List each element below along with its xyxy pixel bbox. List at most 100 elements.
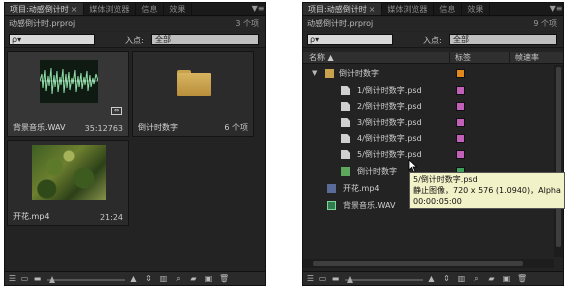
vertical-scrollbar[interactable] — [554, 65, 563, 257]
list-row-still[interactable]: 5/倒计时数字.psd — [303, 147, 553, 162]
panel-toolbar: ☰ ▭ ▬ ▲ ⇕ ▥ ⌕ ▰ ▣ 🗑 — [5, 271, 265, 285]
list-row-still[interactable]: 3/倒计时数字.psd — [303, 115, 553, 130]
icon-view-icon[interactable]: ▭ — [318, 275, 327, 283]
trash-icon[interactable]: 🗑 — [219, 275, 229, 283]
tab-bar: 项目:动感倒计时 × 媒体浏览器 信息 效果 ▼≡ — [5, 3, 265, 16]
item-duration: 21:24 — [99, 213, 123, 222]
expand-triangle-icon[interactable]: ▼ — [312, 66, 317, 81]
tab-project[interactable]: 项目:动感倒计时 × — [5, 3, 85, 15]
item-tooltip: 5/倒计时数字.psd 静止图像，720 x 576 (1.0940)，Alph… — [409, 172, 565, 209]
sort-icon[interactable]: ⇕ — [442, 275, 451, 283]
new-item-icon[interactable]: ▣ — [204, 275, 213, 283]
item-tile-bin[interactable]: 倒计时数字 6 个项 — [132, 51, 254, 137]
icon-view-icon[interactable]: ▭ — [20, 275, 29, 283]
zoom-in-icon[interactable]: ▲ — [129, 275, 138, 283]
row-name: 倒计时数字 — [339, 69, 379, 78]
horizontal-scrollbar[interactable] — [303, 259, 554, 268]
panel-menu-icon[interactable]: ▼≡ — [549, 3, 563, 15]
new-item-icon[interactable]: ▣ — [502, 275, 511, 283]
search-icon[interactable]: ρ▾ — [12, 35, 21, 44]
item-tile-video[interactable]: 开花.mp4 21:24 — [7, 140, 129, 226]
waveform-icon — [39, 67, 99, 95]
row-name: 2/倒计时数字.psd — [357, 102, 422, 111]
sequence-icon — [341, 167, 350, 176]
folder-icon — [325, 69, 334, 78]
list-view-icon[interactable]: ☰ — [306, 275, 315, 283]
panel-toolbar: ☰ ▭ ▬ ▲ ⇕ ▥ ⌕ ▰ ▣ 🗑 — [303, 271, 563, 285]
tab-media-browser[interactable]: 媒体浏览器 — [382, 3, 435, 15]
label-color-swatch[interactable] — [456, 102, 465, 111]
tab-project[interactable]: 项目:动感倒计时 × — [303, 3, 383, 15]
tab-project-label: 项目:动感倒计时 — [10, 5, 69, 14]
still-image-icon — [341, 102, 350, 111]
row-name: 背景音乐.WAV — [343, 201, 396, 210]
tab-info[interactable]: 信息 — [434, 3, 463, 15]
search-input[interactable]: ρ▾ — [9, 34, 95, 45]
tooltip-filename: 5/倒计时数字.psd — [413, 175, 478, 184]
label-color-swatch[interactable] — [456, 118, 465, 127]
auto-sequence-icon[interactable]: ▥ — [159, 275, 168, 283]
label-color-swatch[interactable] — [456, 134, 465, 143]
search-icon[interactable]: ρ▾ — [310, 35, 319, 44]
row-name: 4/倒计时数字.psd — [357, 134, 422, 143]
project-path-bar: 动感倒计时.prproj 9 个项 — [303, 17, 563, 31]
label-color-swatch[interactable] — [456, 69, 465, 78]
in-point-dropdown[interactable]: 全部 — [151, 34, 259, 45]
label-color-swatch[interactable] — [456, 86, 465, 95]
column-divider[interactable] — [449, 52, 450, 64]
list-row-bin[interactable]: ▼ 倒计时数字 — [303, 66, 553, 81]
tab-info[interactable]: 信息 — [136, 3, 165, 15]
new-bin-icon[interactable]: ▰ — [487, 275, 496, 283]
list-view-icon[interactable]: ☰ — [8, 275, 17, 283]
zoom-out-icon[interactable]: ▬ — [33, 275, 42, 283]
scroll-thumb[interactable] — [556, 67, 561, 247]
close-icon[interactable]: × — [369, 5, 376, 14]
project-panel-list-view: 项目:动感倒计时 × 媒体浏览器 信息 效果 ▼≡ 动感倒计时.prproj 9 … — [302, 2, 564, 286]
tab-spacer — [490, 3, 549, 15]
tab-media-browser[interactable]: 媒体浏览器 — [84, 3, 137, 15]
tab-label: 媒体浏览器 — [387, 5, 428, 14]
auto-sequence-icon[interactable]: ▥ — [457, 275, 466, 283]
new-bin-icon[interactable]: ▰ — [189, 275, 198, 283]
find-icon[interactable]: ⌕ — [174, 275, 183, 283]
video-clip-icon — [327, 184, 336, 193]
row-name: 1/倒计时数字.psd — [357, 86, 422, 95]
item-name: 倒计时数字 — [138, 123, 178, 132]
tab-effects[interactable]: 效果 — [164, 3, 193, 15]
panel-menu-icon[interactable]: ▼≡ — [251, 3, 265, 15]
in-point-label: 入点: — [125, 36, 144, 45]
mouse-pointer-icon — [408, 159, 418, 173]
item-duration: 35:12763 — [84, 124, 123, 133]
trash-icon[interactable]: 🗑 — [517, 275, 527, 283]
label-color-swatch[interactable] — [456, 150, 465, 159]
audio-clip-icon — [327, 201, 336, 210]
list-row-still[interactable]: 1/倒计时数字.psd — [303, 83, 553, 98]
row-name: 倒计时数字 — [357, 167, 397, 176]
tooltip-duration: 00:00:05:00 — [413, 197, 462, 206]
sort-icon[interactable]: ⇕ — [144, 275, 153, 283]
tab-project-label: 项目:动感倒计时 — [308, 5, 367, 14]
zoom-slider[interactable] — [345, 279, 423, 281]
search-input[interactable]: ρ▾ — [307, 34, 393, 45]
list-row-still[interactable]: 4/倒计时数字.psd — [303, 131, 553, 146]
column-framerate-header[interactable]: 帧速率 — [515, 52, 539, 64]
tab-label: 效果 — [169, 5, 186, 14]
in-point-dropdown[interactable]: 全部 — [449, 34, 557, 45]
zoom-out-icon[interactable]: ▬ — [331, 275, 340, 283]
zoom-in-icon[interactable]: ▲ — [427, 275, 436, 283]
item-tile-audio[interactable]: ⇔ 背景音乐.WAV 35:12763 — [7, 51, 129, 137]
audio-badge-icon: ⇔ — [111, 107, 122, 115]
tab-effects[interactable]: 效果 — [462, 3, 491, 15]
column-label-header[interactable]: 标签 — [455, 52, 471, 64]
column-name-header[interactable]: 名称 ▲ — [309, 52, 334, 64]
item-count: 3 个项 — [235, 19, 259, 28]
project-panel-icon-view: 项目:动感倒计时 × 媒体浏览器 信息 效果 ▼≡ 动感倒计时.prproj 3 … — [4, 2, 266, 286]
zoom-slider[interactable] — [47, 279, 125, 281]
column-divider[interactable] — [509, 52, 510, 64]
in-point-label: 入点: — [423, 36, 442, 45]
list-row-still[interactable]: 2/倒计时数字.psd — [303, 99, 553, 114]
find-icon[interactable]: ⌕ — [472, 275, 481, 283]
project-path-bar: 动感倒计时.prproj 3 个项 — [5, 17, 265, 31]
scroll-thumb[interactable] — [313, 261, 523, 266]
close-icon[interactable]: × — [71, 5, 78, 14]
